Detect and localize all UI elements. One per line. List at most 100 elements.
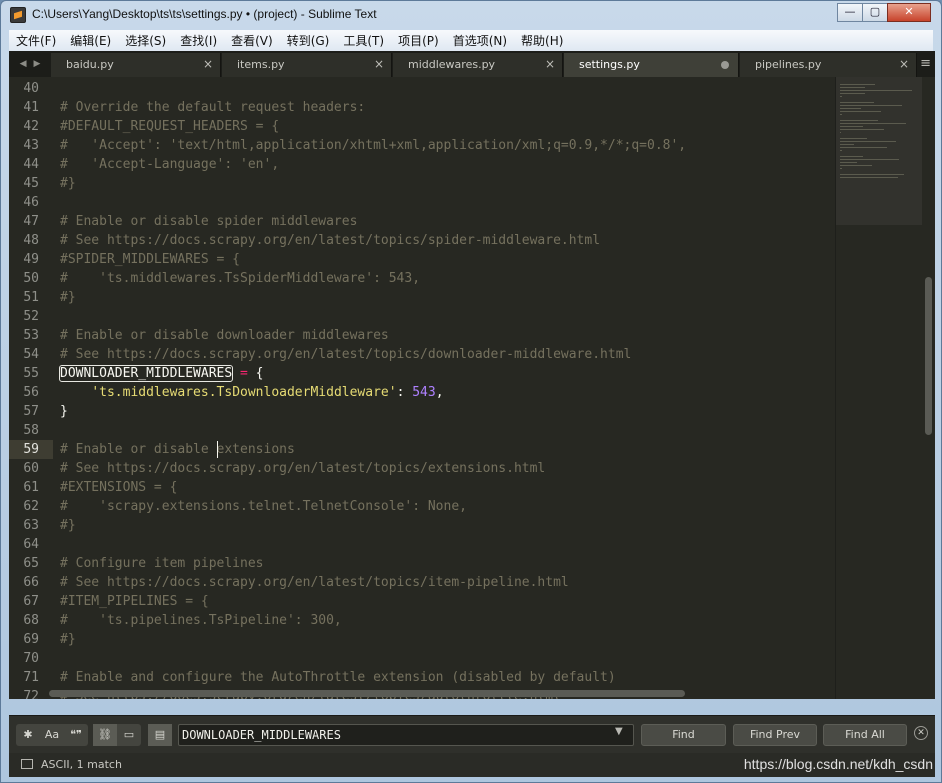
menu-file[interactable]: 文件(F) (9, 32, 63, 49)
code-line[interactable]: 'ts.middlewares.TsDownloaderMiddleware':… (60, 383, 443, 402)
code-line[interactable]: # 'ts.middlewares.TsSpiderMiddleware': 5… (60, 269, 420, 288)
close-find-panel-icon[interactable]: ✕ (914, 726, 928, 740)
highlight-matches-toggle[interactable]: ▤ (148, 724, 172, 746)
code-line[interactable]: # 'Accept': 'text/html,application/xhtml… (60, 136, 686, 155)
line-number: 55 (23, 366, 39, 381)
code-line[interactable]: #DEFAULT_REQUEST_HEADERS = { (60, 117, 279, 136)
code-token-comment: #} (60, 518, 76, 533)
code-token-comment: # Override the default request headers: (60, 100, 366, 115)
minimap[interactable] (835, 77, 922, 699)
minimap-line (840, 93, 865, 94)
code-token-comment: # 'Accept-Language': 'en', (60, 157, 280, 172)
code-line[interactable]: #} (60, 516, 76, 535)
tab-close-icon[interactable]: × (899, 57, 909, 71)
tab-pipelines[interactable]: pipelines.py × (740, 53, 917, 77)
window-title: C:\Users\Yang\Desktop\ts\ts\settings.py … (32, 7, 377, 21)
minimap-line (840, 102, 874, 103)
code-line[interactable]: # See https://docs.scrapy.org/en/latest/… (60, 573, 569, 592)
menu-edit[interactable]: 编辑(E) (63, 32, 118, 49)
code-line[interactable]: # Enable and configure the AutoThrottle … (60, 668, 616, 687)
code-line[interactable]: # Enable or disable spider middlewares (60, 212, 357, 231)
code-line[interactable]: #} (60, 288, 76, 307)
code-line[interactable]: # Configure item pipelines (60, 554, 264, 573)
unsaved-dot-icon[interactable] (721, 61, 729, 69)
title-bar[interactable]: C:\Users\Yang\Desktop\ts\ts\settings.py … (1, 1, 941, 29)
find-input[interactable]: DOWNLOADER_MIDDLEWARES (178, 724, 634, 746)
code-area[interactable]: # Override the default request headers: #… (53, 77, 833, 699)
code-line[interactable]: # See https://docs.scrapy.org/en/latest/… (60, 231, 600, 250)
code-line[interactable]: } (60, 402, 68, 421)
in-selection-toggle[interactable]: ▭ (117, 724, 141, 746)
vertical-scrollbar[interactable] (925, 277, 932, 435)
find-prev-button[interactable]: Find Prev (733, 724, 817, 746)
tab-list-menu-icon[interactable]: ≡ (920, 56, 931, 71)
tab-settings[interactable]: settings.py (564, 53, 739, 77)
maximize-button[interactable]: ▢ (862, 3, 888, 22)
line-number: 50 (23, 271, 39, 286)
menu-selection[interactable]: 选择(S) (118, 32, 173, 49)
find-button[interactable]: Find (641, 724, 726, 746)
code-line[interactable]: # 'ts.pipelines.TsPipeline': 300, (60, 611, 342, 630)
code-editor[interactable]: 40 41 42 43 44 45 46 47 48 49 50 51 52 53 54 55 56 57 58 59… (9, 77, 935, 699)
code-line[interactable]: #SPIDER_MIDDLEWARES = { (60, 250, 240, 269)
tab-close-icon[interactable]: × (203, 57, 213, 71)
menu-project[interactable]: 项目(P) (391, 32, 446, 49)
code-line[interactable]: #ITEM_PIPELINES = { (60, 592, 209, 611)
tab-middlewares[interactable]: middlewares.py × (393, 53, 563, 77)
code-line[interactable]: # Enable or disable extensions (60, 440, 295, 459)
window-controls: — ▢ ✕ (837, 3, 931, 22)
line-number: 61 (23, 480, 39, 495)
code-line[interactable]: # See https://docs.scrapy.org/en/latest/… (60, 459, 545, 478)
line-number: 42 (23, 119, 39, 134)
minimap-line (840, 159, 899, 160)
minimap-line (840, 108, 861, 109)
code-line[interactable]: # 'scrapy.extensions.telnet.TelnetConsol… (60, 497, 467, 516)
find-options-group: ✱ Aa ❝❞ (16, 724, 88, 746)
minimap-line (840, 147, 887, 148)
menu-help[interactable]: 帮助(H) (514, 32, 570, 49)
code-token-comment: #} (60, 176, 76, 191)
code-line[interactable]: # See https://docs.scrapy.org/en/latest/… (60, 345, 631, 364)
menu-preferences[interactable]: 首选项(N) (446, 32, 514, 49)
minimap-line (840, 150, 842, 151)
tab-next-arrow-icon[interactable]: ▶ (34, 59, 41, 69)
sublime-text-icon (10, 7, 26, 23)
horizontal-scrollbar[interactable] (49, 690, 685, 697)
tab-close-icon[interactable]: × (374, 57, 384, 71)
code-line[interactable]: # Override the default request headers: (60, 98, 365, 117)
minimap-viewport[interactable] (836, 77, 922, 225)
code-line[interactable]: #} (60, 174, 76, 193)
menu-tools[interactable]: 工具(T) (336, 32, 391, 49)
code-line[interactable]: # Enable or disable downloader middlewar… (60, 326, 389, 345)
find-history-dropdown-icon[interactable]: ▼ (615, 726, 623, 737)
menu-find[interactable]: 查找(I) (173, 32, 224, 49)
regex-toggle[interactable]: ✱ (16, 724, 40, 746)
find-options-group-2: ⛓ ▭ (93, 724, 141, 746)
menu-view[interactable]: 查看(V) (224, 32, 280, 49)
wrap-toggle[interactable]: ⛓ (93, 724, 117, 746)
tab-items[interactable]: items.py × (222, 53, 392, 77)
minimize-button[interactable]: — (837, 3, 863, 22)
minimap-line (840, 144, 854, 145)
minimap-line (840, 129, 884, 130)
minimap-line (840, 138, 867, 139)
close-button[interactable]: ✕ (887, 3, 931, 22)
whole-word-toggle[interactable]: ❝❞ (64, 724, 88, 746)
find-all-button[interactable]: Find All (823, 724, 907, 746)
menu-goto[interactable]: 转到(G) (280, 32, 337, 49)
code-line[interactable]: # 'Accept-Language': 'en', (60, 155, 279, 174)
minimap-line (840, 141, 896, 142)
tab-prev-arrow-icon[interactable]: ◀ (20, 59, 27, 69)
text-cursor (217, 441, 218, 458)
case-sensitive-toggle[interactable]: Aa (40, 724, 64, 746)
tab-label: settings.py (579, 58, 640, 71)
code-line[interactable]: #EXTENSIONS = { (60, 478, 177, 497)
line-number: 63 (23, 518, 39, 533)
panel-toggle-icon[interactable] (21, 759, 33, 769)
tab-close-icon[interactable]: × (545, 57, 555, 71)
code-line[interactable]: DOWNLOADER_MIDDLEWARES = { (58, 364, 264, 383)
tab-baidu[interactable]: baidu.py × (51, 53, 221, 77)
code-line[interactable]: #} (60, 630, 76, 649)
line-number: 40 (23, 81, 39, 96)
code-token-comment: # Enable or disable downloader middlewar… (60, 328, 389, 343)
